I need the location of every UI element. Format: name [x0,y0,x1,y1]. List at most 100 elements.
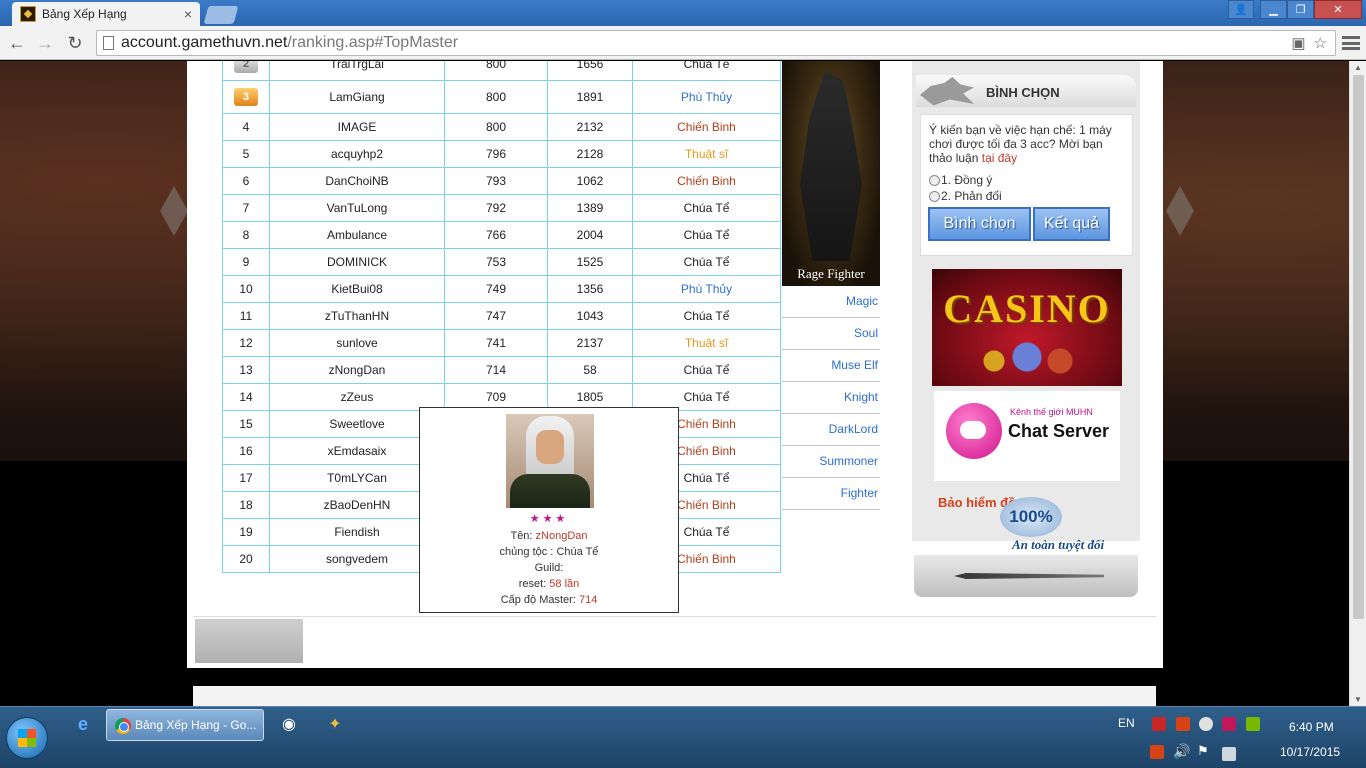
sidebar-footer [914,555,1138,597]
class-cell: Phù Thủy [632,80,781,114]
new-tab-button[interactable] [203,6,239,24]
vote-button[interactable]: Bình chọn [928,207,1031,241]
radio-agree[interactable] [929,174,940,186]
rage-fighter-figure [800,71,862,261]
player-name-cell[interactable]: sunlove [269,329,445,357]
page-info-icon[interactable] [103,36,114,50]
rating-stars-icon: ★★★ [529,513,569,525]
gamethuvn-icon[interactable]: ✦ [324,713,346,735]
casino-characters-icon [972,341,1082,381]
internet-explorer-icon[interactable]: e [72,713,94,735]
scrollbar-thumb[interactable] [1353,75,1364,619]
game-launcher-icon[interactable]: ◉ [278,713,300,735]
translate-icon[interactable]: ▣ [1291,34,1305,52]
maximize-button[interactable]: ❐ [1287,0,1314,19]
tray-circle-icon[interactable] [1199,717,1213,731]
back-icon[interactable]: ← [6,32,28,54]
master-level-cell: 800 [444,61,548,81]
chrome-icon [115,718,131,734]
vote-discuss-link[interactable]: tại đây [982,151,1017,165]
tooltip-race-label: chủng tộc : [499,546,554,558]
taskbar-chrome-window[interactable]: Bảng Xếp Hạng - Go... [106,709,264,741]
tray-red-icon[interactable] [1152,717,1166,731]
tab-title: Bảng Xếp Hạng [42,7,127,21]
forward-icon[interactable]: → [34,32,56,54]
bookmark-star-icon[interactable]: ☆ [1314,34,1327,52]
ranking-row: 2 TraiTrgLai 800 1656 Chúa Tể [222,61,781,81]
master-level-cell: 749 [444,275,548,303]
player-name-cell[interactable]: IMAGE [269,113,445,141]
class-menu-item-darklord[interactable]: DarkLord [782,414,880,446]
vote-option-disagree-label: 2. Phản đối [941,189,1002,203]
reset-count-cell: 1525 [547,248,633,276]
player-name-cell[interactable]: DanChoiNB [269,167,445,195]
user-profile-button[interactable]: 👤 [1228,0,1254,19]
player-name-cell[interactable]: KietBui08 [269,275,445,303]
insurance-banner[interactable]: Bảo hiểm đồ 100% An toàn tuyệt đối [934,491,1120,552]
volume-icon[interactable]: 🔊 [1173,743,1190,760]
ranking-row: 3 LamGiang 800 1891 Phù Thủy [222,80,781,114]
scroll-down-icon[interactable]: ▼ [1354,695,1362,704]
player-name-cell[interactable]: Ambulance [269,221,445,249]
tray-v-icon[interactable] [1222,717,1236,731]
page-viewport: 2 TraiTrgLai 800 1656 Chúa Tể 3 LamGiang 800 189… [0,61,1349,706]
close-window-button[interactable]: ✕ [1314,0,1362,19]
clock-time[interactable]: 6:40 PM [1289,720,1334,734]
master-level-cell: 766 [444,221,548,249]
class-menu-item-summoner[interactable]: Summoner [782,446,880,478]
rank-cell: 15 [222,410,270,438]
player-avatar [506,414,594,508]
language-indicator[interactable]: EN [1118,716,1135,730]
tooltip-master-value: 714 [578,594,598,606]
class-menu-item-knight[interactable]: Knight [782,382,880,414]
vote-option-disagree[interactable]: 2. Phản đối [929,189,1124,203]
ranking-row: 12 sunlove 741 2137 Thuật sĩ [222,329,781,357]
ranking-row: 5 acquyhp2 796 2128 Thuật sĩ [222,140,781,168]
ranking-row: 6 DanChoiNB 793 1062 Chiến Binh [222,167,781,195]
class-cell: Chúa Tể [632,248,781,276]
page-scrollbar[interactable]: ▲ ▼ [1349,61,1366,706]
casino-banner[interactable]: CASINO [932,269,1122,386]
sword-icon [954,573,1104,579]
chat-server-banner[interactable]: Kênh thế giới MUHN Chat Server [934,391,1120,481]
player-name-cell[interactable]: DOMINICK [269,248,445,276]
reload-icon[interactable]: ↻ [64,32,86,54]
minimize-button[interactable]: ▁ [1260,0,1287,19]
vote-option-agree[interactable]: 1. Đồng ý [929,173,1124,187]
ranking-row: 9 DOMINICK 753 1525 Chúa Tể [222,248,781,276]
tray-tool-icon[interactable] [1176,717,1190,731]
player-name-cell[interactable]: TraiTrgLai [269,61,445,81]
result-button[interactable]: Kết quả [1033,207,1110,241]
player-name-cell[interactable]: acquyhp2 [269,140,445,168]
tray-speaker-alert-icon[interactable] [1150,745,1164,759]
browser-tab[interactable]: Bảng Xếp Hạng × [12,2,200,26]
action-center-flag-icon[interactable]: ⚑ [1197,743,1209,759]
class-menu-item-magic[interactable]: Magic [782,286,880,318]
ranking-row: 10 KietBui08 749 1356 Phù Thủy [222,275,781,303]
radio-disagree[interactable] [929,190,940,202]
class-menu-item-muse-elf[interactable]: Muse Elf [782,350,880,382]
class-menu-item-soul[interactable]: Soul [782,318,880,350]
player-name-cell[interactable]: LamGiang [269,80,445,114]
nvidia-icon[interactable] [1246,717,1260,731]
tooltip-reset-label: reset: [518,578,547,590]
address-bar[interactable]: account.gamethuvn.net/ranking.asp#TopMas… [96,30,1336,56]
tab-close-icon[interactable]: × [184,6,192,22]
clock-date[interactable]: 10/17/2015 [1280,745,1340,759]
master-level-cell: 796 [444,140,548,168]
player-name-cell[interactable]: zTuThanHN [269,302,445,330]
scroll-up-icon[interactable]: ▲ [1354,63,1362,72]
start-button[interactable] [6,717,48,759]
insurance-slogan: An toàn tuyệt đối [1012,537,1105,552]
chrome-menu-icon[interactable] [1342,34,1360,52]
reset-count-cell: 1062 [547,167,633,195]
player-name-cell[interactable]: VanTuLong [269,194,445,222]
silver-medal-icon: 2 [234,61,258,73]
player-name-cell[interactable]: zNongDan [269,356,445,384]
rank-cell: 12 [222,329,270,357]
master-level-cell: 747 [444,302,548,330]
reset-count-cell: 1389 [547,194,633,222]
network-icon[interactable] [1222,747,1236,761]
chat-bubble-icon [946,403,1002,459]
class-menu-item-fighter[interactable]: Fighter [782,478,880,510]
